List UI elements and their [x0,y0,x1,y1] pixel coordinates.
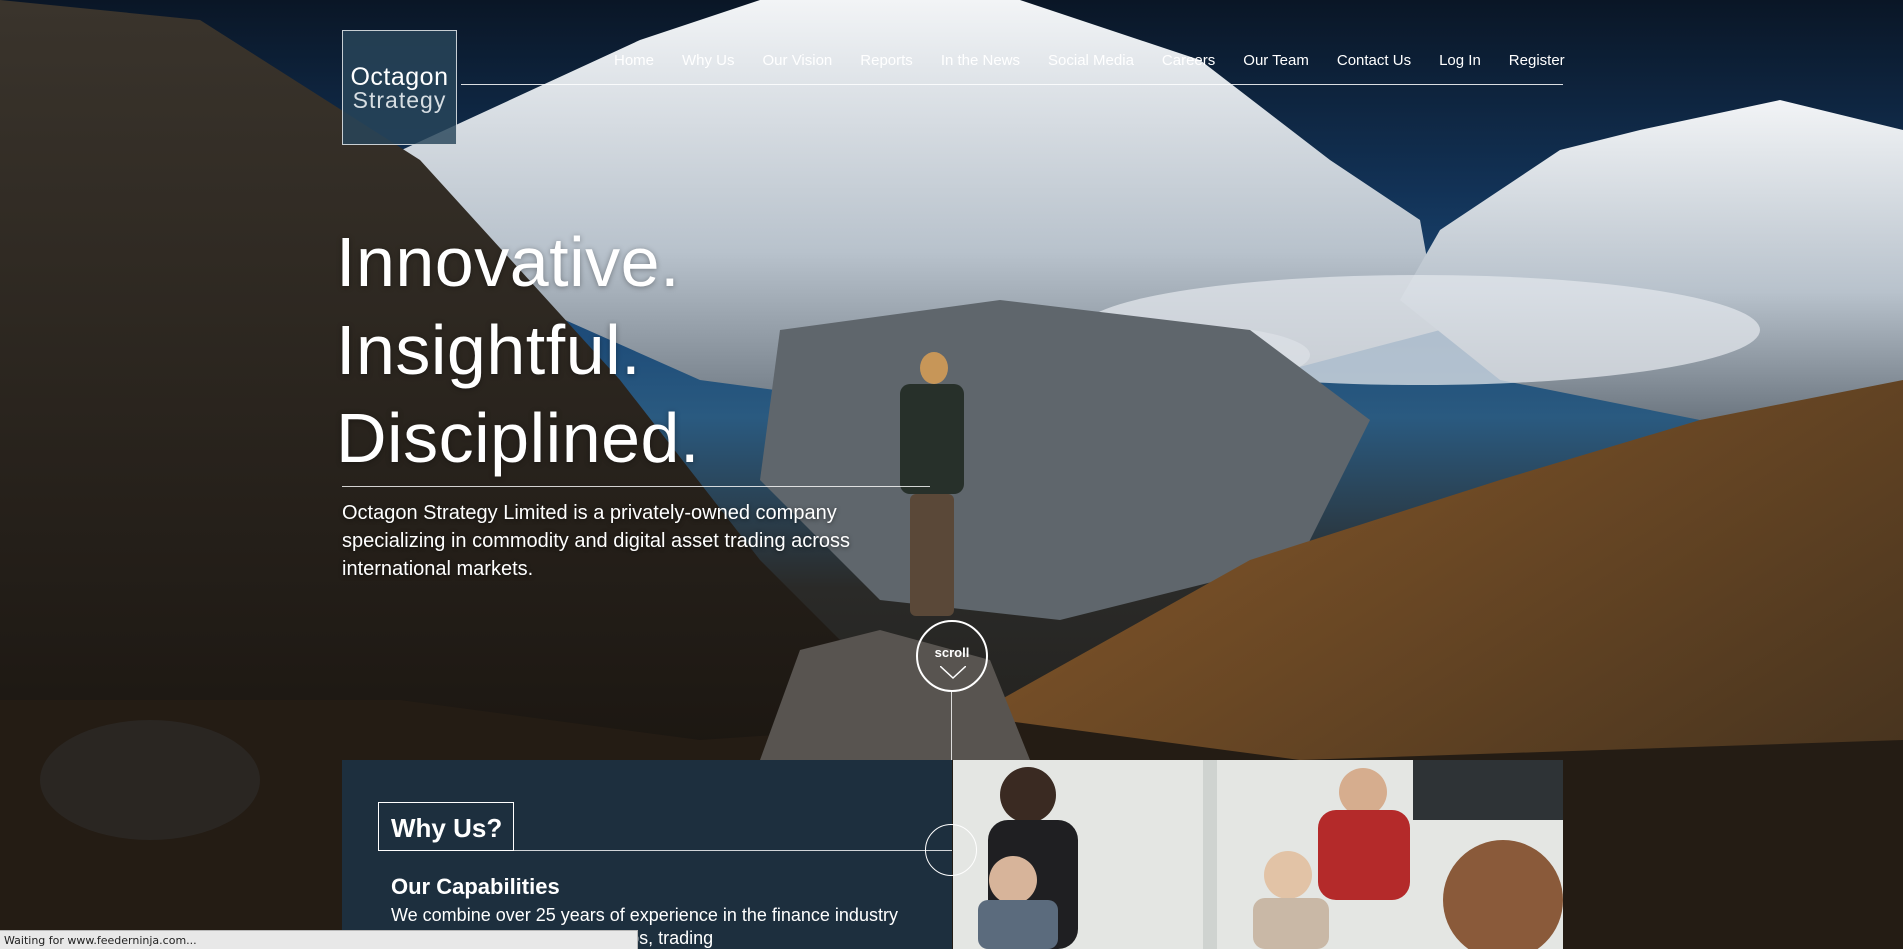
section-marker-circle [925,824,977,876]
nav-item-register[interactable]: Register [1495,52,1579,69]
hero-line-disciplined: Disciplined. [336,399,700,477]
brand-name-line2: Strategy [352,86,447,113]
hero-line-insightful: Insightful. [336,311,642,389]
why-us-section: Why Us? Our Capabilities We combine over… [342,760,952,949]
chevron-down-icon [940,666,966,680]
nav-item-reports[interactable]: Reports [846,52,927,69]
scroll-label: scroll [934,644,970,660]
why-us-title: Why Us? [378,802,514,851]
team-meeting-photo [953,760,1563,949]
nav-item-home[interactable]: Home [600,52,668,69]
nav-item-why-us[interactable]: Why Us [668,52,749,69]
nav-item-in-the-news[interactable]: In the News [927,52,1034,69]
main-nav: Home Why Us Our Vision Reports In the Ne… [600,52,1579,69]
scroll-button[interactable]: scroll [916,620,988,692]
nav-item-our-team[interactable]: Our Team [1229,52,1323,69]
scroll-connector-line [951,690,952,760]
hero-divider [342,486,930,487]
nav-item-log-in[interactable]: Log In [1425,52,1495,69]
capabilities-title: Our Capabilities [391,874,560,899]
browser-status-bar: Waiting for www.feederninja.com... [0,930,638,949]
why-us-divider [514,850,952,851]
hero-description: Octagon Strategy Limited is a privately-… [342,502,851,580]
nav-item-our-vision[interactable]: Our Vision [749,52,847,69]
nav-item-contact-us[interactable]: Contact Us [1323,52,1425,69]
brand-name-line1: Octagon [350,62,449,91]
nav-item-social-media[interactable]: Social Media [1034,52,1148,69]
hero-line-innovative: Innovative. [336,223,681,301]
hero-headline: Innovative. Insightful. Disciplined. [336,218,700,482]
brand-logo[interactable]: Octagon Strategy [342,30,457,145]
nav-divider [461,84,1563,85]
nav-item-careers[interactable]: Careers [1148,52,1229,69]
